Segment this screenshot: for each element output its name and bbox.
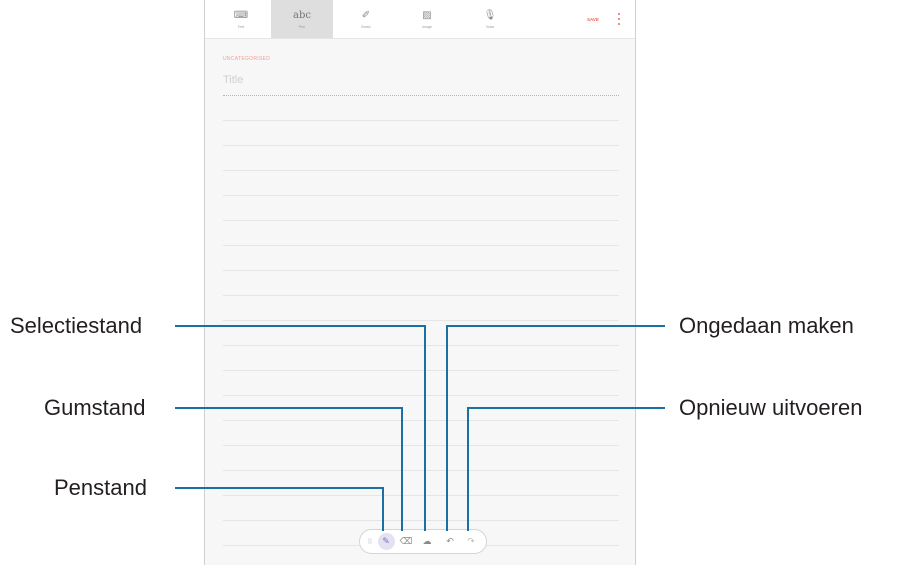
pen-mode-leader [175,487,384,531]
eraser-mode-callout: Gumstand [44,395,146,420]
undo-callout: Ongedaan maken [679,313,854,338]
redo-callout: Opnieuw uitvoeren [679,395,863,420]
redo-leader [467,407,665,531]
undo-leader [446,325,665,531]
pen-mode-callout: Penstand [54,475,147,500]
eraser-mode-leader [175,407,403,531]
selection-mode-callout: Selectiestand [10,313,143,338]
selection-mode-leader [175,325,426,531]
